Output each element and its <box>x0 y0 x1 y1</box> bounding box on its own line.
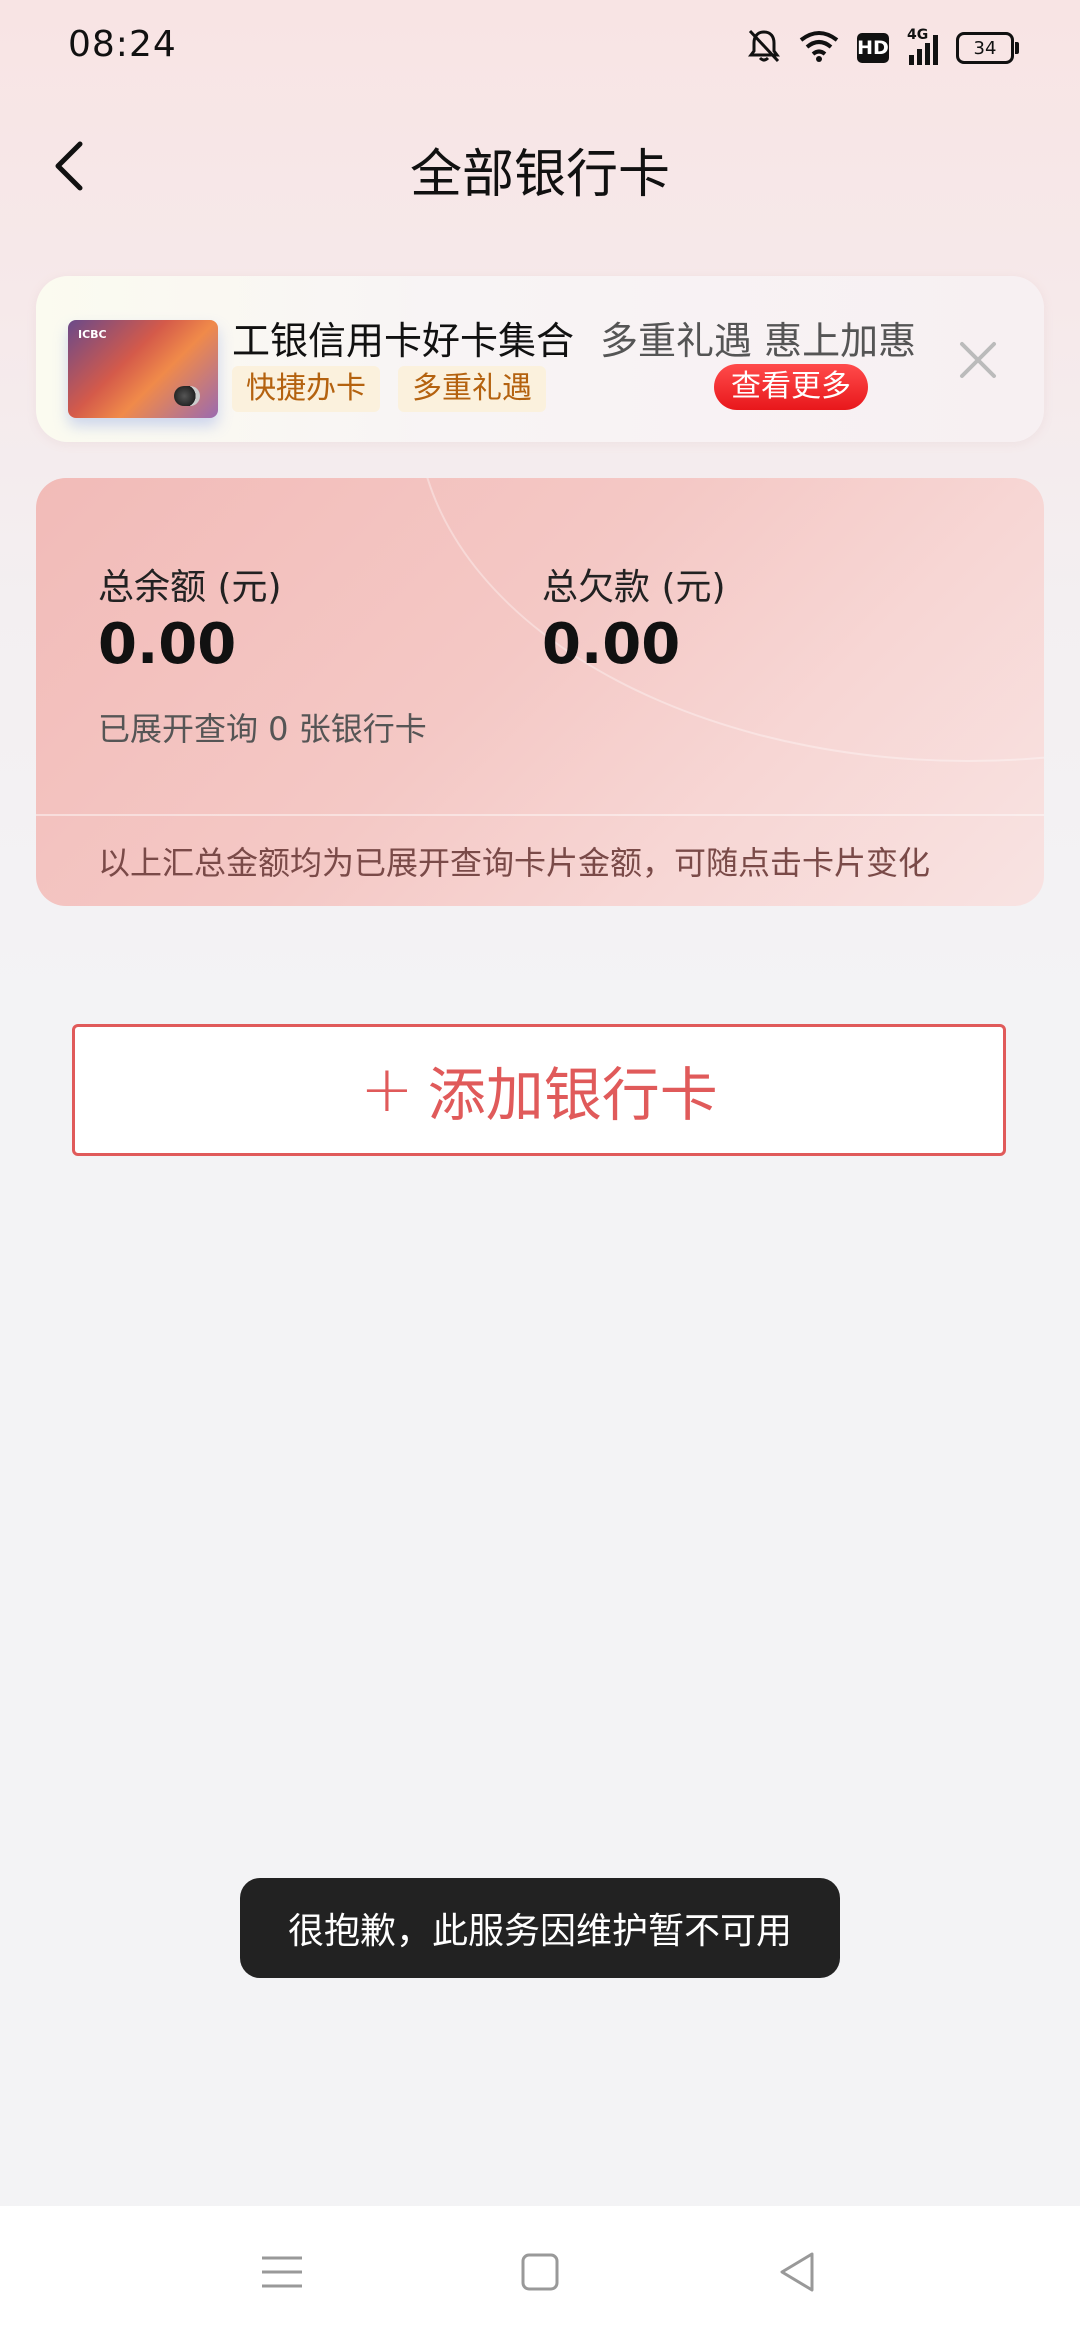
card-chip-icon <box>174 386 200 406</box>
menu-icon[interactable] <box>252 2242 312 2302</box>
add-bank-card-button[interactable]: + 添加银行卡 <box>72 1024 1006 1156</box>
status-time: 08:24 <box>68 24 177 65</box>
icbc-logo: ICBC <box>78 328 107 341</box>
promo-tag-quick-apply: 快捷办卡 <box>232 366 380 412</box>
wifi-icon <box>799 30 839 66</box>
battery-icon: 34 <box>956 32 1019 64</box>
plus-icon: + <box>360 1053 414 1127</box>
status-icons: HD 4G 34 <box>747 27 1019 68</box>
system-nav-bar <box>0 2206 1080 2340</box>
summary-note: 以上汇总金额均为已展开查询卡片金额，可随点击卡片变化 <box>98 844 931 882</box>
home-square-icon[interactable] <box>510 2242 570 2302</box>
total-debt-value: 0.00 <box>542 612 681 677</box>
status-bar: 08:24 HD 4G 34 <box>0 0 1080 96</box>
back-triangle-icon[interactable] <box>768 2242 828 2302</box>
promo-banner[interactable]: ICBC 工银信用卡好卡集合 多重礼遇 惠上加惠 快捷办卡 多重礼遇 查看更多 <box>36 276 1044 442</box>
summary-card: 总余额 (元) 0.00 总欠款 (元) 0.00 已展开查询 0 张银行卡 以… <box>36 478 1044 906</box>
hd-icon: HD <box>857 33 889 63</box>
total-debt-label: 总欠款 (元) <box>542 567 726 608</box>
add-bank-card-label: 添加银行卡 <box>427 1061 718 1129</box>
page-title: 全部银行卡 <box>409 145 670 205</box>
divider <box>36 814 1044 816</box>
signal-4g-icon: 4G <box>907 27 938 65</box>
total-balance-label: 总余额 (元) <box>98 567 282 608</box>
toast-message: 很抱歉，此服务因维护暂不可用 <box>240 1878 840 1978</box>
close-icon[interactable] <box>954 336 1002 384</box>
view-more-button[interactable]: 查看更多 <box>714 364 868 410</box>
queried-card-count: 已展开查询 0 张银行卡 <box>98 710 427 748</box>
total-balance-value: 0.00 <box>98 612 237 677</box>
promo-title: 工银信用卡好卡集合 <box>232 319 575 363</box>
bell-off-icon <box>747 28 781 68</box>
credit-card-image: ICBC <box>68 320 218 418</box>
page-header: 全部银行卡 <box>0 110 1080 220</box>
promo-subtitle: 多重礼遇 惠上加惠 <box>600 319 917 363</box>
promo-tag-benefits: 多重礼遇 <box>398 366 546 412</box>
